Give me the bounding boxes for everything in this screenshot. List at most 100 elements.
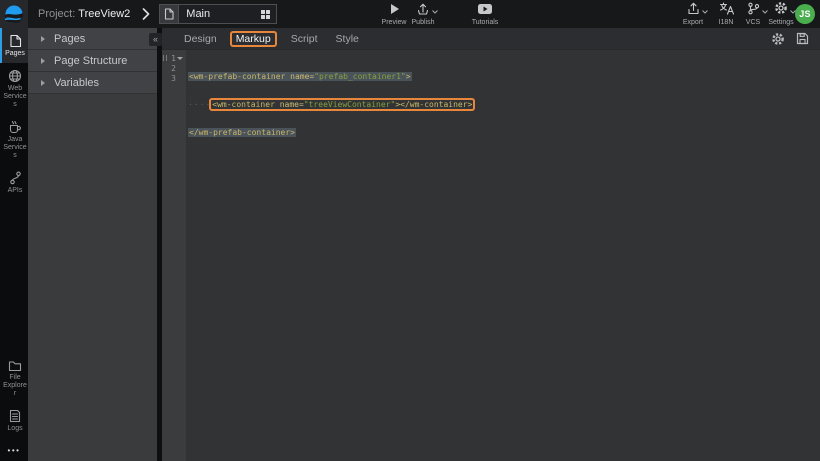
line-number: 2 — [162, 64, 176, 73]
sidebar-item-web-services[interactable]: Web Services — [0, 63, 28, 114]
pages-icon — [9, 34, 22, 48]
chevron-right-icon[interactable] — [142, 8, 150, 20]
tag-open: <wm-prefab-container — [189, 72, 285, 81]
floppy-save-icon — [796, 32, 809, 45]
change-marker-icon — [163, 55, 167, 61]
sidebar-item-pages[interactable]: Pages — [0, 28, 28, 63]
app-logo[interactable] — [0, 0, 28, 28]
export-icon — [687, 2, 700, 15]
tab-style[interactable]: Style — [331, 31, 364, 47]
coffee-cup-icon — [8, 120, 22, 134]
export-label: Export — [683, 19, 703, 26]
log-file-icon — [9, 409, 21, 423]
preview-label: Preview — [382, 19, 407, 26]
vcs-label: VCS — [746, 19, 760, 26]
left-nav-bar: Pages Web Services Java Services APIs Fi… — [0, 28, 28, 461]
sidebar-item-label: Web Services — [2, 85, 28, 109]
globe-icon — [8, 69, 22, 83]
tab-markup[interactable]: Markup — [230, 31, 277, 47]
project-name: TreeView2 — [78, 8, 130, 20]
closing-tag: </wm-prefab-container> — [189, 128, 295, 137]
publish-label: Publish — [412, 19, 435, 26]
git-branch-icon — [747, 2, 760, 15]
chevron-down-icon — [432, 10, 438, 14]
active-page-tab[interactable]: Main — [159, 4, 277, 24]
panel-section-label: Variables — [54, 77, 99, 89]
sidebar-item-file-explorer[interactable]: File Explorer — [0, 354, 28, 403]
code-editor[interactable]: 1 2 3 <wm-prefab-container name="prefab_… — [162, 50, 820, 461]
main-area: Pages Web Services Java Services APIs Fi… — [0, 28, 820, 461]
play-icon — [389, 2, 400, 15]
settings-button[interactable]: Settings — [763, 2, 799, 26]
gutter-line-2[interactable]: 2 — [162, 63, 186, 73]
collapsed-arrow-icon — [41, 58, 45, 64]
attr-value: "prefab_container1" — [314, 72, 406, 81]
annotation-highlight-box: <wm-container name="treeViewContainer"><… — [211, 100, 473, 109]
settings-label: Settings — [768, 19, 793, 26]
i18n-label: I18N — [719, 19, 734, 26]
sidebar-item-apis[interactable]: APIs — [0, 165, 28, 200]
fold-toggle[interactable] — [176, 57, 184, 60]
panel-section-page-structure[interactable]: Page Structure — [28, 50, 157, 72]
save-button[interactable] — [794, 31, 810, 47]
sidebar-item-label: Java Services — [2, 136, 28, 160]
code-line-1[interactable]: <wm-prefab-container name="prefab_contai… — [186, 71, 820, 81]
project-breadcrumb: Project:TreeView2 — [38, 8, 130, 20]
code-line-2[interactable]: ····<wm-container name="treeViewContaine… — [186, 99, 820, 109]
editor-settings-button[interactable] — [770, 31, 786, 47]
page-tab-label: Main — [186, 8, 261, 20]
folder-icon — [8, 360, 22, 372]
translate-icon — [719, 2, 734, 15]
video-play-icon — [477, 2, 493, 15]
export-button[interactable]: Export — [675, 2, 711, 26]
indent-whitespace-dots: ···· — [188, 100, 211, 109]
more-options-ellipsis[interactable]: ••• — [0, 438, 28, 461]
gutter-line-3[interactable]: 3 — [162, 73, 186, 83]
panel-section-variables[interactable]: Variables — [28, 72, 157, 94]
panel-section-label: Page Structure — [54, 55, 127, 67]
gear-icon — [774, 2, 788, 15]
top-bar: Project:TreeView2 Main Preview Publish T… — [0, 0, 820, 28]
editor-area: Design Markup Script Style 1 2 — [162, 28, 820, 461]
page-switcher-grid-icon[interactable] — [261, 10, 270, 19]
tutorials-label: Tutorials — [472, 19, 499, 26]
collapsed-arrow-icon — [41, 80, 45, 86]
sidebar-item-label: Pages — [2, 50, 28, 58]
tab-script[interactable]: Script — [286, 31, 323, 47]
upload-icon — [416, 2, 430, 15]
code-line-3[interactable]: </wm-prefab-container> — [186, 127, 820, 137]
panel-section-label: Pages — [54, 33, 85, 45]
sidebar-item-logs[interactable]: Logs — [0, 403, 28, 438]
line-number-gutter: 1 2 3 — [162, 50, 186, 461]
panel-collapse-button[interactable]: « — [149, 33, 162, 46]
i18n-button[interactable]: I18N — [711, 2, 741, 26]
collapsed-arrow-icon — [41, 36, 45, 42]
user-avatar[interactable]: JS — [795, 4, 815, 24]
editor-toolbar: Design Markup Script Style — [162, 28, 820, 50]
fold-arrow-icon — [177, 57, 183, 60]
gear-icon — [771, 32, 785, 46]
sidebar-item-label: File Explorer — [2, 374, 28, 398]
tutorials-button[interactable]: Tutorials — [464, 2, 506, 26]
line-number: 3 — [162, 74, 176, 83]
tag-close: ></wm-container> — [395, 100, 472, 109]
explorer-panel: Pages Page Structure Variables « — [28, 28, 157, 461]
attr-name: name= — [285, 72, 314, 81]
attr-value: "treeViewContainer" — [304, 100, 396, 109]
panel-divider[interactable] — [157, 28, 162, 461]
sidebar-item-label: Logs — [2, 425, 28, 433]
page-doc-icon — [160, 5, 179, 23]
sidebar-item-java-services[interactable]: Java Services — [0, 114, 28, 165]
tag-close: > — [406, 72, 411, 81]
nav-spacer — [0, 200, 28, 353]
attr-name: name= — [275, 100, 304, 109]
chevron-down-icon — [702, 10, 708, 14]
project-label: Project: — [38, 8, 75, 20]
code-content[interactable]: <wm-prefab-container name="prefab_contai… — [186, 50, 820, 461]
wavemaker-logo-icon — [4, 4, 24, 24]
tag-open: <wm-container — [212, 100, 275, 109]
gutter-line-1[interactable]: 1 — [162, 53, 186, 63]
publish-button[interactable]: Publish — [405, 2, 441, 26]
panel-section-pages[interactable]: Pages — [28, 28, 157, 50]
tab-design[interactable]: Design — [179, 31, 222, 47]
